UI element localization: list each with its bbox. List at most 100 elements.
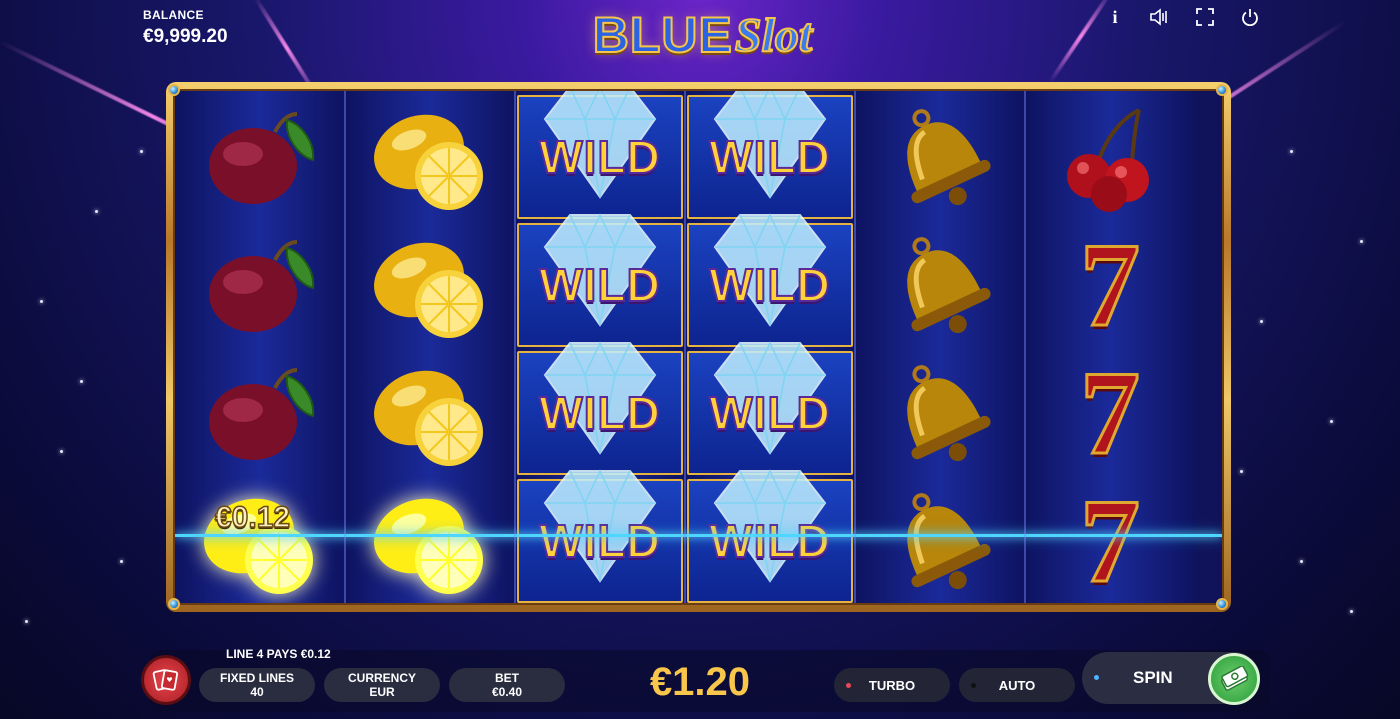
frame-gem [168, 598, 180, 610]
spin-indicator-dot [1094, 675, 1099, 680]
logo-word-slot: Slot [734, 8, 813, 63]
lemon-symbol [345, 221, 515, 349]
wild-symbol: WILD [685, 91, 855, 221]
plum-symbol [175, 221, 345, 349]
wild-symbol: WILD [685, 469, 855, 603]
sound-icon[interactable] [1148, 6, 1170, 28]
bell-symbol [855, 221, 1025, 349]
fixed-lines-label: FIXED LINES [219, 671, 294, 685]
wild-symbol: WILD [515, 341, 685, 477]
star [1260, 320, 1263, 323]
star [1300, 560, 1303, 563]
plum-icon [209, 368, 315, 460]
total-win-amount: €1.20 [649, 660, 751, 704]
lemon-icon [374, 114, 483, 210]
plum-symbol [175, 93, 345, 221]
currency-value: EUR [369, 685, 395, 699]
wild-label: WILD [538, 386, 661, 440]
star [40, 300, 43, 303]
seven-symbol: 7 [1025, 221, 1195, 349]
star [1330, 420, 1333, 423]
frame-gem [1216, 84, 1228, 96]
seven-label: 7 [1079, 474, 1142, 605]
bet-value: €0.40 [491, 685, 523, 699]
balance-value: €9,999.20 [143, 26, 228, 47]
reel-separator [1024, 91, 1026, 603]
wild-label: WILD [708, 258, 831, 312]
bet-button[interactable]: BET €0.40 [449, 668, 565, 702]
currency-label: CURRENCY [347, 671, 416, 685]
balance-label: BALANCE [143, 8, 204, 22]
game-stage: BALANCE €9,999.20 BLUE Slot i 777 WILD W… [0, 0, 1400, 719]
reel-separator [684, 91, 686, 603]
star [140, 150, 143, 153]
lemon-symbol [345, 477, 515, 603]
fixed-lines-value: 40 [250, 685, 264, 699]
power-icon[interactable] [1239, 6, 1261, 28]
bell-icon [907, 492, 991, 589]
turbo-indicator-dot [846, 683, 851, 688]
lemon-icon [374, 498, 483, 594]
cherry-icon [1067, 108, 1149, 212]
auto-spin-toggle[interactable]: AUTO [959, 668, 1075, 702]
plum-icon [209, 112, 315, 204]
wild-label: WILD [538, 258, 661, 312]
wild-symbol: WILD [515, 469, 685, 603]
star [1350, 610, 1353, 613]
info-icon[interactable]: i [1104, 6, 1126, 28]
logo-word-blue: BLUE [592, 6, 733, 64]
lemon-icon [374, 242, 483, 338]
spin-money-icon[interactable] [1208, 653, 1260, 705]
lemon-symbol [345, 349, 515, 477]
wild-symbol: WILD [685, 213, 855, 349]
line-win-message: LINE 4 PAYS €0.12 [226, 647, 331, 661]
wild-label: WILD [538, 130, 661, 184]
seven-symbol: 7 [1025, 474, 1195, 605]
auto-label: AUTO [998, 677, 1036, 693]
paytable-button[interactable] [141, 655, 191, 705]
payline-4 [175, 534, 1222, 537]
bell-symbol [855, 477, 1025, 603]
turbo-toggle[interactable]: TURBO [834, 668, 950, 702]
seven-label: 7 [1079, 346, 1142, 479]
reel-separator [514, 91, 516, 603]
fullscreen-icon[interactable] [1194, 6, 1216, 28]
bell-icon [907, 236, 991, 333]
star [1360, 240, 1363, 243]
star [25, 620, 28, 623]
wild-label: WILD [708, 386, 831, 440]
cards-icon [152, 669, 179, 691]
wild-symbol: WILD [515, 91, 685, 221]
star [1240, 470, 1243, 473]
star [120, 560, 123, 563]
star [80, 380, 83, 383]
plum-symbol [175, 349, 345, 477]
bell-symbol [855, 93, 1025, 221]
wild-label: WILD [708, 514, 831, 568]
star [60, 450, 63, 453]
currency-display: CURRENCY EUR [324, 668, 440, 702]
frame-gem [1216, 598, 1228, 610]
bet-label: BET [495, 671, 519, 685]
lemon-symbol [345, 93, 515, 221]
lemon-symbol [175, 477, 345, 603]
cherry-symbol [1025, 93, 1195, 221]
win-amount-label: €0.12 [214, 500, 291, 535]
bell-symbol [855, 349, 1025, 477]
bell-icon [907, 108, 991, 205]
reel-separator [344, 91, 346, 603]
star [1290, 150, 1293, 153]
spin-label: SPIN [1133, 668, 1173, 687]
wild-symbol: WILD [685, 341, 855, 477]
wild-label: WILD [538, 514, 661, 568]
reel-2 [345, 91, 515, 603]
reel-5 [855, 91, 1025, 603]
game-logo: BLUE Slot [550, 2, 855, 68]
reel-4: WILD WILD WILD WILD [685, 91, 855, 603]
plum-icon [209, 240, 315, 332]
wild-label: WILD [708, 130, 831, 184]
star [95, 210, 98, 213]
auto-indicator-dot [971, 683, 976, 688]
reel-frame: 777 WILD WILD WILD WILD WILD WILD WILD W… [166, 82, 1231, 612]
reel-separator [854, 91, 856, 603]
